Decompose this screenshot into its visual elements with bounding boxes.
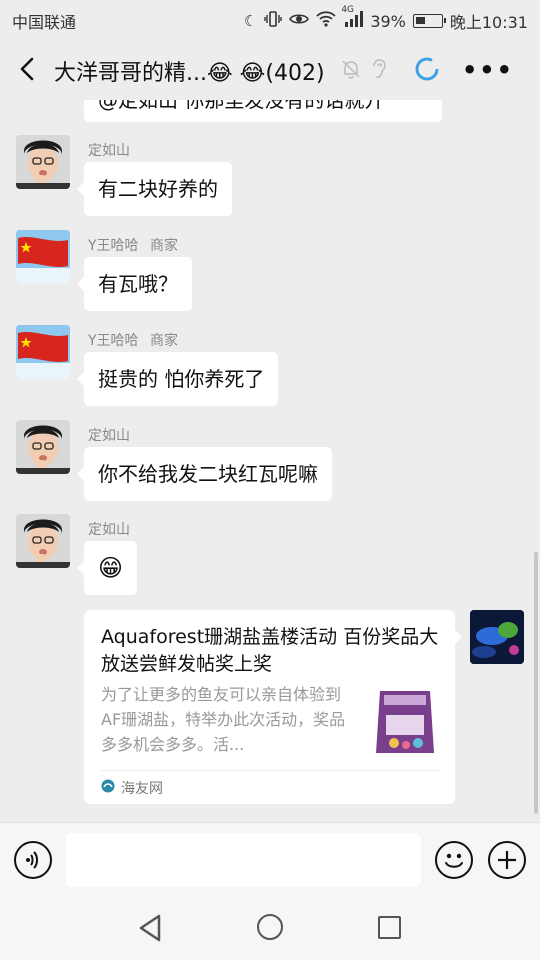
flag-avatar[interactable] — [16, 325, 70, 379]
salt-bag-thumbnail — [372, 685, 438, 759]
chat-title-bar: 大洋哥哥的精...😂 😂(402) ••• — [0, 38, 540, 100]
man-avatar[interactable] — [16, 135, 70, 189]
sender-name: Y王哈哈 — [88, 333, 139, 349]
battery-fill — [415, 17, 425, 24]
carrier-label: 中国联通 — [12, 13, 77, 32]
nav-recent-icon[interactable] — [378, 916, 401, 939]
back-icon[interactable] — [14, 54, 42, 84]
signal-icon: 4G — [341, 5, 364, 31]
status-bar: 中国联通 ☾ 4G 39% 晚上10:31 — [0, 0, 540, 38]
voice-icon[interactable] — [14, 841, 52, 879]
plus-icon[interactable] — [488, 841, 526, 879]
ear-icon — [370, 58, 388, 84]
moon-icon: ☾ — [243, 12, 258, 30]
message-text: 你不给我发二块红瓦呢嘛 — [98, 462, 318, 486]
source-logo-icon — [101, 779, 115, 797]
link-card-source-name: 海友网 — [121, 781, 163, 797]
message-bubble[interactable]: 挺贵的 怕你养死了 — [76, 352, 279, 406]
message-bubble[interactable]: 有二块好养的 — [77, 162, 232, 216]
sender-name: 定如山 — [88, 143, 130, 159]
my-avatar[interactable] — [470, 610, 524, 664]
network-type-label: 4G — [341, 5, 355, 15]
message-text: 挺贵的 怕你养死了 — [98, 367, 265, 391]
scrollbar[interactable] — [534, 552, 538, 814]
message-bubble[interactable]: 有瓦哦？ — [77, 257, 192, 311]
sender-name: 定如山 — [88, 522, 130, 538]
message-input[interactable] — [66, 833, 421, 887]
message-text: 有二块好养的 — [98, 177, 218, 201]
message-bubble[interactable]: 😁 — [76, 541, 138, 595]
more-icon[interactable]: ••• — [462, 56, 514, 84]
merchant-tag: 商家 — [150, 333, 178, 349]
battery-percent: 39% — [370, 11, 406, 31]
man-avatar[interactable] — [16, 514, 70, 568]
clock: 晚上10:31 — [449, 13, 528, 32]
merchant-tag: 商家 — [150, 238, 178, 254]
link-card-title: Aquaforest珊湖盐盖楼活动 百份奖品大放送尝鲜发帖奖上奖 — [101, 626, 439, 675]
battery-icon — [412, 14, 446, 28]
link-card-description: 为了让更多的鱼友可以亲自体验到AF珊湖盐，特举办此次活动，奖品多多机会多多。活.… — [101, 685, 346, 754]
eye-icon — [289, 12, 310, 30]
message-text: 有瓦哦？ — [98, 272, 178, 296]
flag-avatar[interactable] — [16, 230, 70, 284]
man-avatar[interactable] — [16, 420, 70, 474]
chat-title: 大洋哥哥的精...😂 😂(402) — [54, 61, 325, 86]
message-text: 😁 — [98, 554, 124, 582]
sender-name: 定如山 — [88, 428, 130, 444]
system-nav-bar — [0, 898, 540, 960]
nav-back-icon[interactable] — [138, 914, 162, 946]
emoji-icon[interactable] — [435, 841, 473, 879]
mute-bell-icon — [340, 58, 362, 84]
vibrate-icon — [264, 11, 283, 31]
link-card[interactable]: Aquaforest珊湖盐盖楼活动 百份奖品大放送尝鲜发帖奖上奖 为了让更多的鱼… — [84, 610, 462, 804]
link-card-divider — [101, 770, 441, 771]
wifi-icon — [316, 11, 336, 31]
nav-home-icon[interactable] — [257, 914, 283, 940]
loading-ring-icon — [414, 56, 440, 86]
link-card-source: 海友网 — [101, 778, 163, 798]
sender-name: Y王哈哈 — [88, 238, 139, 254]
message-bubble[interactable]: 你不给我发二块红瓦呢嘛 — [77, 447, 332, 501]
input-bar — [0, 822, 540, 898]
